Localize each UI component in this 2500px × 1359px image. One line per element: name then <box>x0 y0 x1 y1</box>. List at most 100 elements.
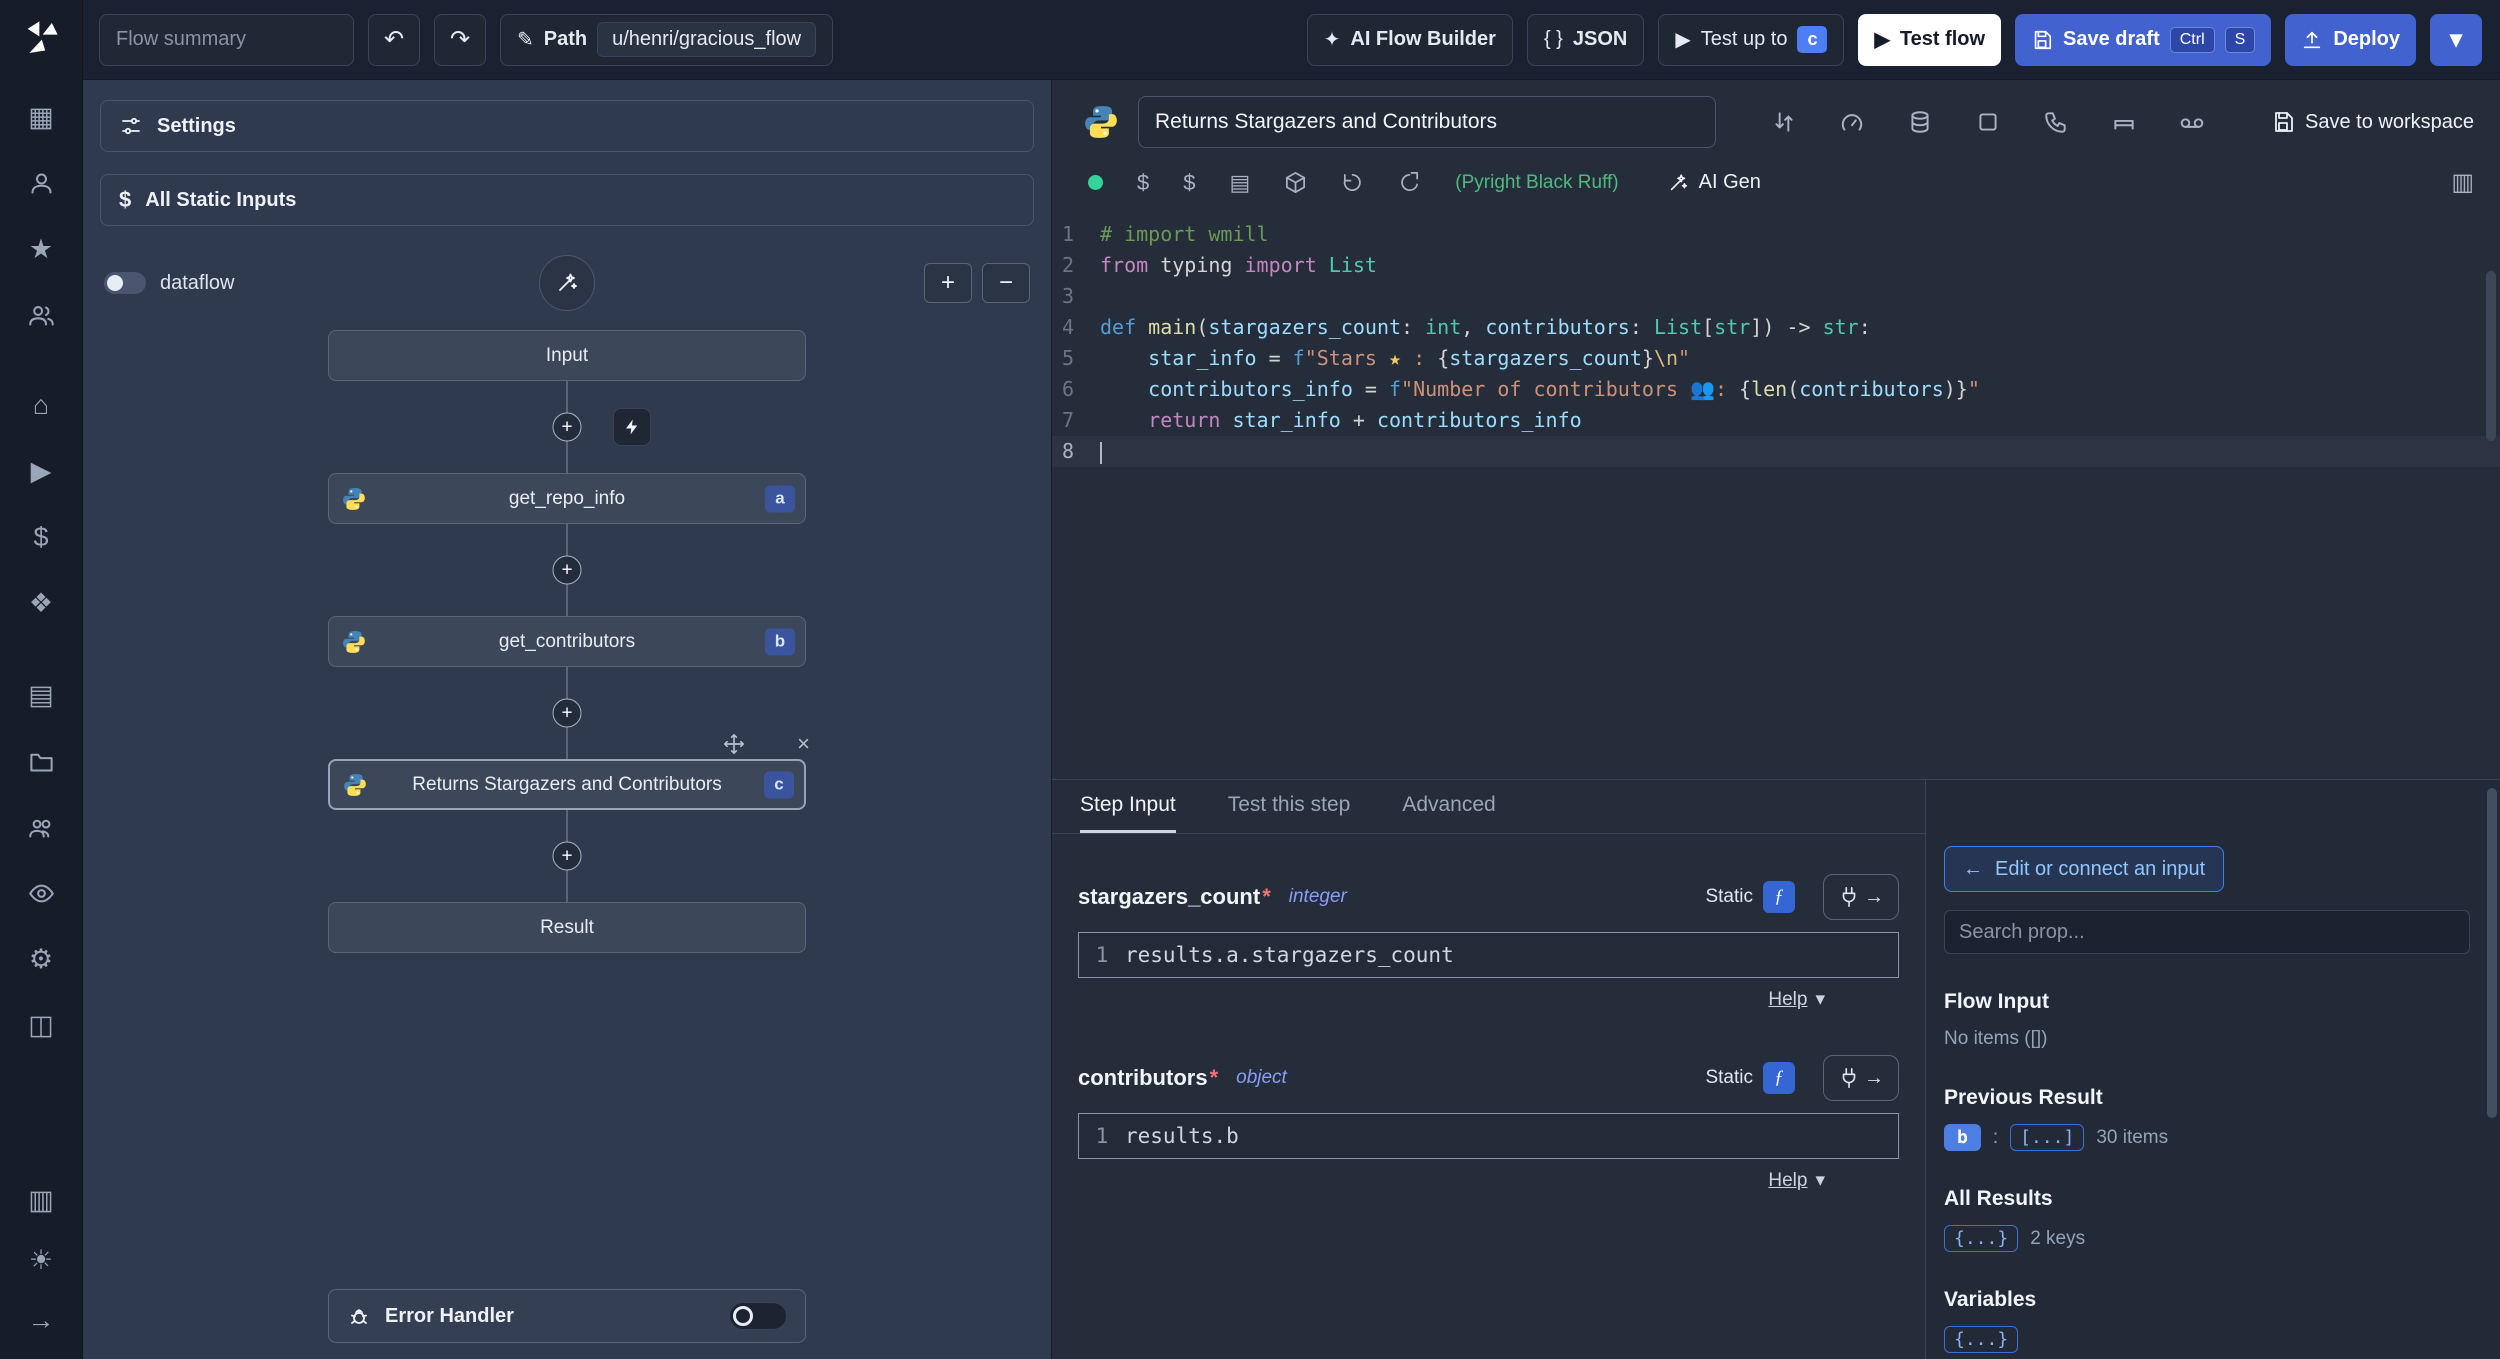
step-title-input[interactable] <box>1138 96 1716 148</box>
editor-scrollbar[interactable] <box>2486 271 2496 441</box>
expr-editor-stargazers[interactable]: 1 results.a.stargazers_count <box>1078 932 1899 978</box>
left-icon-sidebar: ▦ ★ ⌂ ▶ $ ❖ ▤ ⚙ ◫ ▥ ☀ → <box>0 0 83 1359</box>
field-stargazers-count: stargazers_count * integer Static ƒ → <box>1078 874 1899 920</box>
user-icon[interactable] <box>20 162 62 204</box>
ai-flow-builder-button[interactable]: ✦ AI Flow Builder <box>1306 13 1513 66</box>
bolt-icon <box>626 419 638 435</box>
library-icon[interactable]: ▥ <box>2451 168 2474 197</box>
dataflow-toggle[interactable] <box>104 272 146 294</box>
zoom-in-button[interactable]: + <box>924 263 972 303</box>
trigger-bolt-button[interactable] <box>613 408 651 446</box>
help-link[interactable]: Help <box>1768 989 1807 1011</box>
bench-icon[interactable] <box>2111 109 2137 135</box>
flow-node-get-contributors[interactable]: get_contributors b <box>328 616 806 667</box>
chevron-down-icon[interactable]: ▾ <box>1815 1169 1825 1192</box>
square-icon[interactable] <box>1975 109 2001 135</box>
edit-or-connect-button[interactable]: ← Edit or connect an input <box>1944 846 2225 892</box>
flow-node-result[interactable]: Result <box>328 902 806 953</box>
flow-summary-input[interactable] <box>99 13 354 66</box>
tab-step-input[interactable]: Step Input <box>1080 793 1176 833</box>
deploy-menu-chevron[interactable]: ▾ <box>2430 13 2482 66</box>
json-button[interactable]: { } JSON <box>1526 13 1645 66</box>
path-control[interactable]: ✎ Path u/henri/gracious_flow <box>500 13 834 66</box>
expr-text: results.b <box>1125 1124 1239 1148</box>
error-handler-node[interactable]: Error Handler <box>328 1289 806 1343</box>
collapsed-object-badge[interactable]: {...} <box>1944 1326 2019 1353</box>
reset-icon[interactable] <box>1341 171 1364 194</box>
add-step-button[interactable]: + <box>552 698 582 728</box>
add-step-button[interactable]: + <box>552 412 582 442</box>
close-icon[interactable]: × <box>797 733 810 755</box>
windmill-logo-icon[interactable] <box>19 16 63 60</box>
expr-editor-contributors[interactable]: 1 results.b <box>1078 1113 1899 1159</box>
expression-toggle-button[interactable]: ƒ <box>1763 1062 1795 1094</box>
all-static-inputs-button[interactable]: $ All Static Inputs <box>100 174 1034 226</box>
error-handler-toggle[interactable] <box>729 1302 787 1330</box>
braces-icon: { } <box>1543 28 1563 50</box>
star-icon[interactable]: ★ <box>20 228 62 270</box>
right-panel: Save to workspace $ $ ▤ (Pyright Black R… <box>1052 80 2500 1359</box>
phone-icon[interactable] <box>2043 109 2069 135</box>
add-step-button[interactable]: + <box>552 841 582 871</box>
test-flow-button[interactable]: ▶ Test flow <box>1858 13 2002 66</box>
help-link[interactable]: Help <box>1768 1170 1807 1192</box>
assistants-label[interactable]: (Pyright Black Ruff) <box>1455 172 1618 194</box>
flow-settings-button[interactable]: Settings <box>100 100 1034 152</box>
flow-node-returns-stargazers[interactable]: × Returns Stargazers and Contributors c <box>328 733 810 810</box>
settings-gear-icon[interactable]: ⚙ <box>20 938 62 980</box>
python-icon <box>343 487 365 510</box>
all-results-row: {...} 2 keys <box>1944 1225 2484 1252</box>
connect-input-button[interactable]: → <box>1823 874 1899 920</box>
add-step-button[interactable]: + <box>552 555 582 585</box>
package-alt-icon[interactable] <box>1284 171 1307 194</box>
chevron-down-icon[interactable]: ▾ <box>1815 988 1825 1011</box>
variables-dollar-icon[interactable]: $ <box>20 516 62 558</box>
theme-sun-icon[interactable]: ☀ <box>20 1239 62 1281</box>
zoom-out-button[interactable]: − <box>982 263 1030 303</box>
package-icon[interactable]: ▤ <box>1230 170 1251 196</box>
folders-icon[interactable] <box>20 740 62 782</box>
apps-box-icon[interactable]: ▤ <box>20 674 62 716</box>
calendar-icon[interactable]: ▦ <box>20 96 62 138</box>
groups-icon[interactable] <box>20 806 62 848</box>
windmill-flow-builder: ▦ ★ ⌂ ▶ $ ❖ ▤ ⚙ ◫ ▥ ☀ → ↶ ↷ <box>0 0 2500 1359</box>
connect-input-button[interactable]: → <box>1823 1055 1899 1101</box>
flow-node-input[interactable]: Input <box>328 330 806 381</box>
resources-puzzle-icon[interactable]: ❖ <box>20 582 62 624</box>
context-var-alt-icon[interactable]: $ <box>1183 170 1195 196</box>
gauge-icon[interactable] <box>1839 109 1865 135</box>
ai-gen-button[interactable]: AI Gen <box>1667 171 1761 194</box>
flow-node-get-repo-info[interactable]: get_repo_info a <box>328 473 806 524</box>
tab-advanced[interactable]: Advanced <box>1402 793 1495 833</box>
node-label: get_repo_info <box>508 487 626 509</box>
collapsed-object-badge[interactable]: {...} <box>1944 1225 2019 1252</box>
redo-button[interactable]: ↷ <box>434 13 486 66</box>
collapsed-array-badge[interactable]: [...] <box>2010 1124 2085 1151</box>
home-icon[interactable]: ⌂ <box>20 384 62 426</box>
ai-wand-button[interactable] <box>539 255 595 311</box>
columns-icon[interactable]: ▥ <box>20 1179 62 1221</box>
workers-layers-icon[interactable]: ◫ <box>20 1004 62 1046</box>
test-up-to-button[interactable]: ▶ Test up to c <box>1658 13 1845 66</box>
code-editor[interactable]: 1 # import wmill 2 from typing import List 3… <box>1052 211 2500 779</box>
users-icon[interactable] <box>20 294 62 336</box>
deploy-button[interactable]: Deploy <box>2285 13 2416 66</box>
expand-sidebar-icon[interactable]: → <box>20 1299 62 1341</box>
voicemail-icon[interactable] <box>2179 109 2205 135</box>
save-draft-button[interactable]: Save draft Ctrl S <box>2015 13 2272 66</box>
expression-toggle-button[interactable]: ƒ <box>1763 881 1795 913</box>
undo-button[interactable]: ↶ <box>368 13 420 66</box>
database-icon[interactable] <box>1907 109 1933 135</box>
search-prop-input[interactable] <box>1944 910 2470 954</box>
move-icon[interactable] <box>723 733 745 755</box>
runs-play-icon[interactable]: ▶ <box>20 450 62 492</box>
tab-test-this-step[interactable]: Test this step <box>1228 793 1351 833</box>
context-var-icon[interactable]: $ <box>1137 170 1149 196</box>
swap-icon[interactable] <box>1771 109 1797 135</box>
save-to-workspace-button[interactable]: Save to workspace <box>2271 110 2474 134</box>
topbar: ↶ ↷ ✎ Path u/henri/gracious_flow ✦ AI Fl… <box>83 0 2500 80</box>
prop-scrollbar[interactable] <box>2487 788 2497 1118</box>
eye-icon[interactable] <box>20 872 62 914</box>
reload-icon[interactable] <box>1398 171 1421 194</box>
result-key-badge[interactable]: b <box>1944 1124 1981 1151</box>
